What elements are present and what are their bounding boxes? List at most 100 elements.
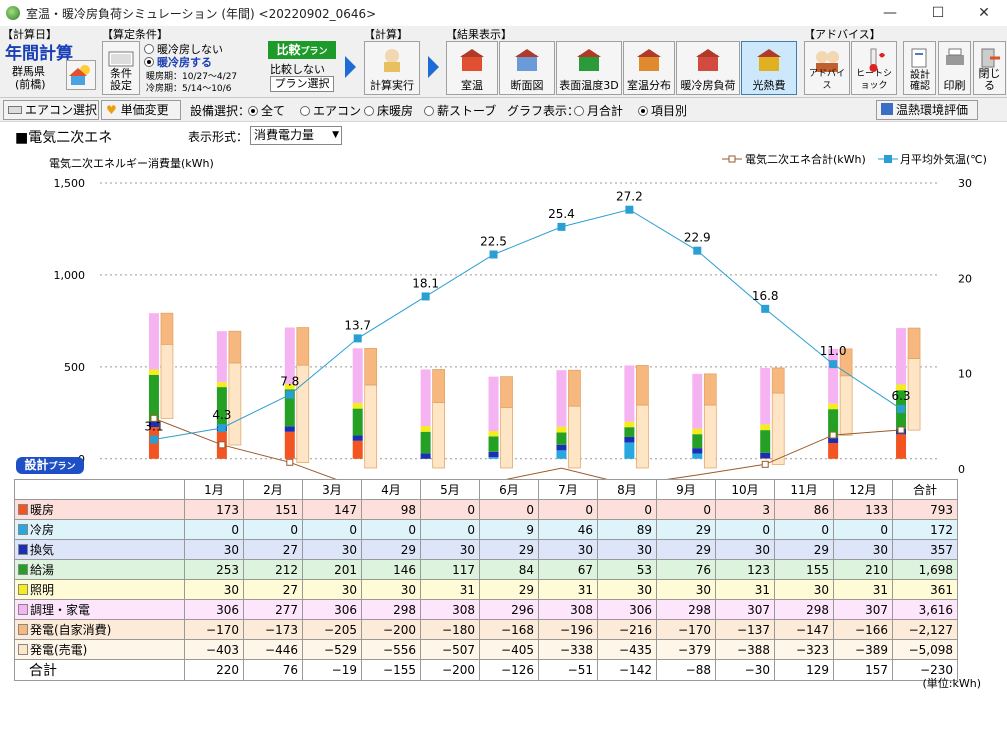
advice-group-label: 【アドバイス】 <box>804 28 881 41</box>
bar-gen_self <box>636 365 649 406</box>
advice-button-1[interactable]: ヒートショック <box>851 41 897 95</box>
bar-lighting <box>216 382 227 388</box>
result-button-2[interactable]: 表面温度3D <box>556 41 622 95</box>
misc-button-1[interactable]: 印刷 <box>938 41 971 95</box>
equip-radio-0 <box>248 106 258 116</box>
plan-select-button[interactable]: プラン選択 <box>270 76 334 92</box>
table-cell: 31 <box>833 579 893 600</box>
table-row: 調理・家電 306 277 306 298 308 296 308 306 298 307 298 30… <box>14 599 958 620</box>
result-button-3[interactable]: 室温分布 <box>623 41 675 95</box>
equip-option-1[interactable]: エアコン <box>300 102 361 119</box>
temperature-label: 4.3 <box>212 408 231 422</box>
bar-cooling <box>488 457 499 459</box>
table-cell: 3 <box>715 499 775 520</box>
legend-temp-marker <box>884 155 892 163</box>
advice-button-0[interactable]: アドバイス <box>804 41 850 95</box>
misc-label-2: 閉じる <box>978 67 1001 92</box>
bar-heating <box>284 431 295 459</box>
table-cell: 29 <box>479 539 539 560</box>
close-window-button[interactable]: ✕ <box>961 0 1007 26</box>
options-bar: エアコン選択 ♥ 単価変更 設備選択： 全て エアコン 床暖房 薪ストーブ グラフ表示… <box>0 98 1007 122</box>
misc-button-0[interactable]: 設計確認 <box>903 41 936 95</box>
thermal-eval-button[interactable]: 温熱環境評価 <box>876 100 978 120</box>
row-total-cell: 793 <box>892 499 958 520</box>
result-icon-4 <box>693 47 723 73</box>
y2-tick-label: 30 <box>958 177 972 190</box>
bar-lighting <box>148 369 159 375</box>
misc-button-2[interactable]: 閉じる <box>973 41 1006 95</box>
month-header: 12月 <box>833 479 893 500</box>
design-badge-sub: プラン <box>48 462 76 472</box>
result-button-1[interactable]: 断面図 <box>499 41 555 95</box>
temperature-point <box>285 390 294 399</box>
row-header: 照明 <box>14 579 185 600</box>
graph-option-0[interactable]: 月合計 <box>574 102 623 119</box>
unit-price-button[interactable]: ♥ 単価変更 <box>101 100 181 120</box>
temperature-point <box>829 360 838 369</box>
table-cell: 253 <box>184 559 244 580</box>
conditions-button[interactable]: 条件 設定 <box>102 41 140 95</box>
table-cell: 201 <box>302 559 362 580</box>
graph-radio-1 <box>638 106 648 116</box>
equip-option-0[interactable]: 全て <box>248 102 285 119</box>
equip-option-2[interactable]: 床暖房 <box>364 102 413 119</box>
bar-gen_self <box>296 327 310 366</box>
result-label-0: 室温 <box>461 79 483 92</box>
equip-option-label-2: 床暖房 <box>377 104 414 118</box>
result-button-4[interactable]: 暖冷房負荷 <box>676 41 740 95</box>
result-button-0[interactable]: 室温 <box>446 41 498 95</box>
table-cell: 27 <box>243 579 303 600</box>
calc-group-label: 【計算】 <box>364 28 408 41</box>
total-point <box>286 458 294 466</box>
bar-lighting <box>420 426 431 432</box>
temperature-point <box>693 246 702 255</box>
graph-option-1[interactable]: 項目別 <box>638 102 687 119</box>
equip-option-3[interactable]: 薪ストーブ <box>424 102 496 119</box>
advice-label-0: アドバイス <box>808 69 845 91</box>
maximize-button[interactable]: ☐ <box>915 0 961 26</box>
table-cell: 117 <box>420 559 480 580</box>
run-calc-button[interactable]: 計算実行 <box>364 41 420 95</box>
row-label: 調理・家電 <box>30 603 91 617</box>
y-tick-label: 1,000 <box>54 269 86 282</box>
month-header: 5月 <box>420 479 480 500</box>
table-cell: 0 <box>538 499 598 520</box>
table-cell: −507 <box>420 639 480 660</box>
design-badge-text: 設計 <box>24 458 49 472</box>
temperature-label: 11.0 <box>820 344 847 358</box>
bar-gen_self <box>432 369 445 403</box>
row-header: 給湯 <box>14 559 185 580</box>
table-cell: −173 <box>243 619 303 640</box>
result-button-5[interactable]: 光熱費 <box>741 41 797 95</box>
table-cell: 67 <box>538 559 598 580</box>
table-cell: 298 <box>361 599 421 620</box>
total-line <box>153 417 902 483</box>
table-cell: 31 <box>420 579 480 600</box>
temperature-point <box>149 435 158 444</box>
lightbulb-icon: ♥ <box>106 103 117 117</box>
bar-cooking <box>624 365 635 422</box>
table-cell: 31 <box>715 579 775 600</box>
result-label-4: 暖冷房負荷 <box>680 79 736 92</box>
ac-select-button[interactable]: エアコン選択 <box>3 100 99 120</box>
temperature-label: 6.3 <box>891 389 910 403</box>
data-table: 1月 2月 3月 4月 5月 6月 7月 8月 9月 10月 11月 12月 合計 暖房 173 151 147… <box>14 479 958 681</box>
table-cell: 30 <box>184 539 244 560</box>
radio-hvac[interactable]: 暖冷房する <box>144 54 212 70</box>
table-cell: 0 <box>243 519 303 540</box>
month-header: 3月 <box>302 479 362 500</box>
temperature-line <box>153 209 902 440</box>
bar-ventilation <box>624 436 635 443</box>
table-cell: −200 <box>361 619 421 640</box>
table-cell: 147 <box>302 499 362 520</box>
minimize-button[interactable]: — <box>867 0 913 26</box>
table-cell: 133 <box>833 499 893 520</box>
results-group: 【結果表示】 室温 断面図 表面温度3D 室温分布 暖冷房負荷 光熱費 <box>444 26 800 98</box>
advice-label-1: ヒートショック <box>855 69 892 91</box>
location-icon[interactable] <box>66 60 96 90</box>
result-icon-2 <box>574 47 604 73</box>
equip-radio-1 <box>300 106 310 116</box>
bar-ventilation <box>352 435 363 441</box>
temperature-point <box>557 222 566 231</box>
table-cell: 30 <box>597 579 657 600</box>
